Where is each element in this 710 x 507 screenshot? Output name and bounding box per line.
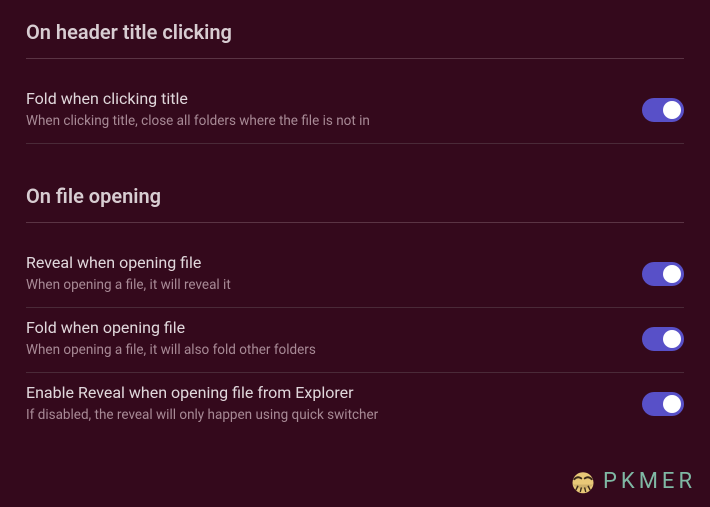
setting-description: When opening a file, it will also fold o… <box>26 341 622 360</box>
toggle-fold-when-clicking-title[interactable] <box>642 98 684 122</box>
toggle-enable-reveal-from-explorer[interactable] <box>642 392 684 416</box>
watermark-text: PKMER <box>603 469 696 494</box>
toggle-knob <box>663 395 681 413</box>
setting-title: Fold when opening file <box>26 318 622 337</box>
watermark: PKMER <box>569 467 696 495</box>
section-header-file-opening: On file opening <box>26 184 684 222</box>
setting-title: Fold when clicking title <box>26 89 622 108</box>
setting-text: Enable Reveal when opening file from Exp… <box>26 383 642 425</box>
setting-title: Reveal when opening file <box>26 253 622 272</box>
toggle-knob <box>663 101 681 119</box>
toggle-fold-when-opening-file[interactable] <box>642 327 684 351</box>
toggle-knob <box>663 265 681 283</box>
setting-fold-when-opening-file: Fold when opening file When opening a fi… <box>26 308 684 373</box>
section-header-title-clicking: On header title clicking <box>26 20 684 58</box>
setting-enable-reveal-from-explorer: Enable Reveal when opening file from Exp… <box>26 373 684 437</box>
setting-text: Fold when opening file When opening a fi… <box>26 318 642 360</box>
setting-title: Enable Reveal when opening file from Exp… <box>26 383 622 402</box>
setting-description: When clicking title, close all folders w… <box>26 112 622 131</box>
section-divider <box>26 222 684 223</box>
setting-text: Fold when clicking title When clicking t… <box>26 89 642 131</box>
watermark-icon <box>569 467 597 495</box>
setting-description: When opening a file, it will reveal it <box>26 276 622 295</box>
setting-description: If disabled, the reveal will only happen… <box>26 406 622 425</box>
toggle-knob <box>663 330 681 348</box>
toggle-reveal-when-opening-file[interactable] <box>642 262 684 286</box>
setting-text: Reveal when opening file When opening a … <box>26 253 642 295</box>
setting-fold-when-clicking-title: Fold when clicking title When clicking t… <box>26 79 684 144</box>
section-divider <box>26 58 684 59</box>
settings-panel: On header title clicking Fold when click… <box>0 0 710 437</box>
setting-reveal-when-opening-file: Reveal when opening file When opening a … <box>26 243 684 308</box>
